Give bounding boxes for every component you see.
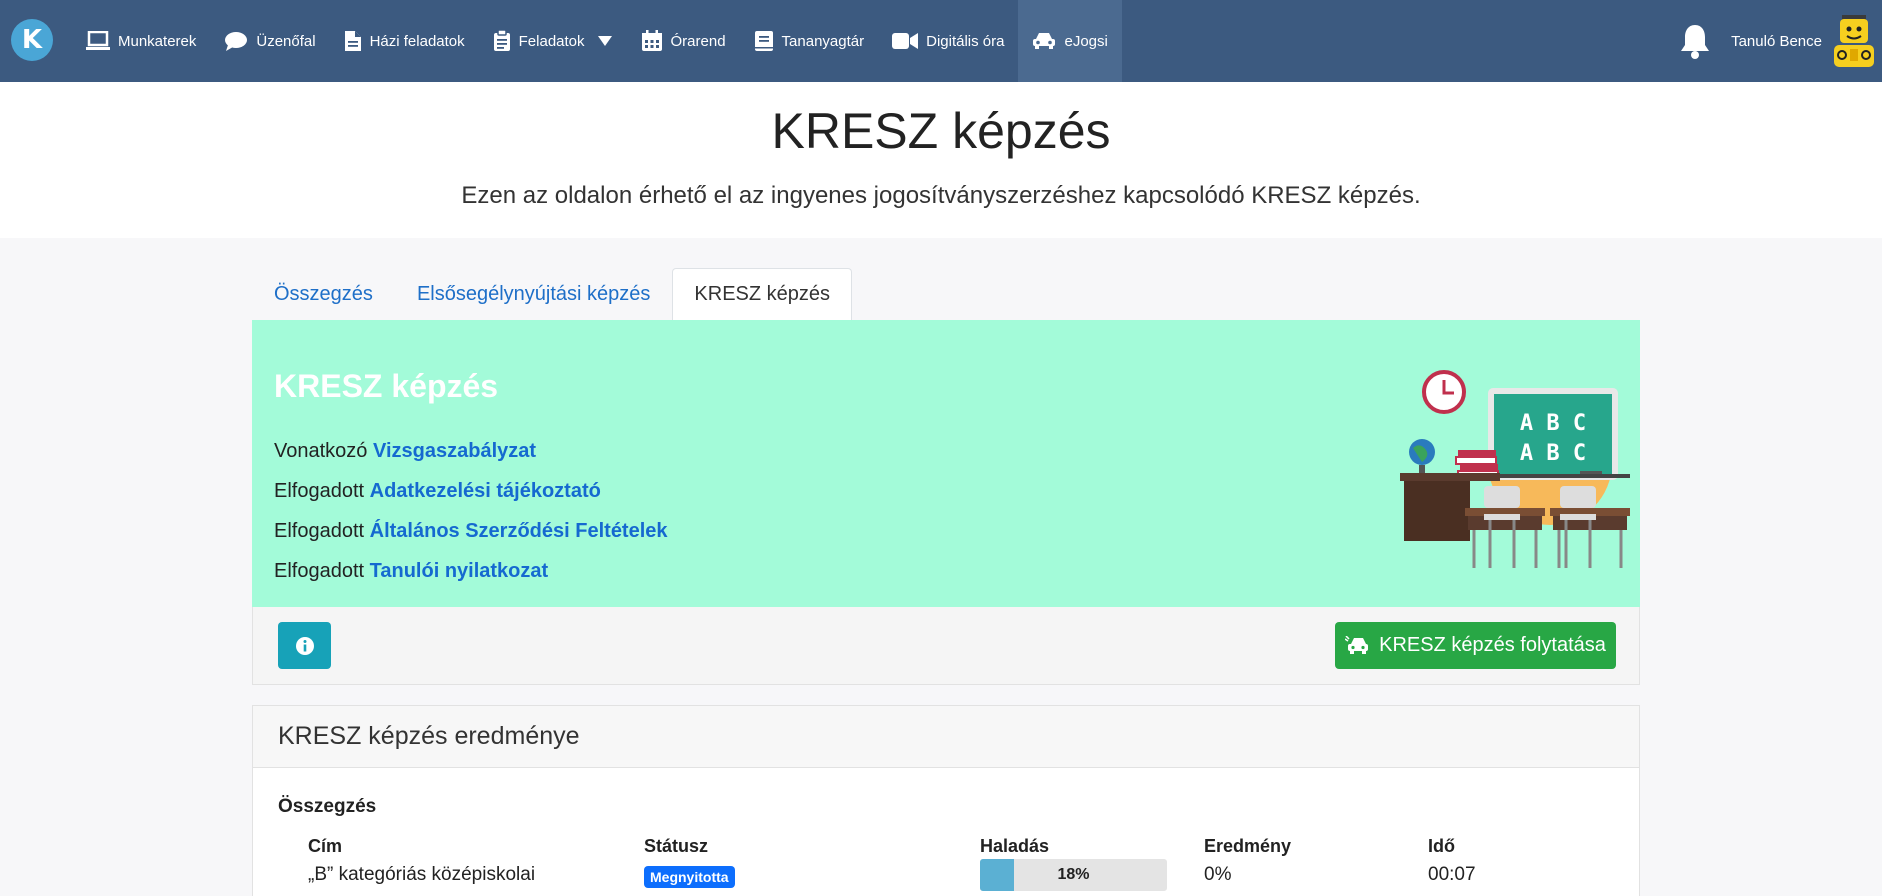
page-title: KRESZ képzés — [771, 103, 1111, 159]
caret-down-icon[interactable] — [597, 35, 613, 47]
clipboard-icon — [493, 30, 511, 52]
tab-osszegzes[interactable]: Összegzés — [252, 268, 395, 320]
app-logo[interactable]: K — [11, 19, 53, 61]
link-vizsgaszabalyzat[interactable]: Vizsgaszabályzat — [373, 440, 536, 462]
laptop-icon — [86, 31, 110, 51]
nav-right: Tanuló Bence — [1679, 0, 1882, 82]
nav-label: Tananyagtár — [781, 32, 865, 50]
nav-label: Órarend — [670, 32, 726, 50]
nav-label: Digitális óra — [926, 32, 1005, 50]
nav-items: Munkaterek Üzenőfal Házi feladatok Felad… — [72, 0, 1122, 82]
col-header-haladas: Haladás — [980, 836, 1050, 856]
info-line-aszf: Elfogadott Általános Szerződési Feltétel… — [274, 520, 668, 543]
avatar[interactable] — [1830, 13, 1878, 69]
nav-label: eJogsi — [1064, 32, 1108, 50]
status-badge: Megnyitotta — [644, 866, 735, 888]
row-result: 0% — [1204, 864, 1232, 885]
file-icon — [344, 30, 362, 52]
info-prefix: Vonatkozó — [274, 440, 368, 462]
nav-item-hazi-feladatok[interactable]: Házi feladatok — [330, 0, 479, 82]
link-aszf[interactable]: Általános Szerződési Feltételek — [370, 520, 668, 542]
col-header-statusz: Státusz — [644, 836, 709, 856]
link-adatkezelesi-tajekoztato[interactable]: Adatkezelési tájékoztató — [370, 480, 601, 502]
col-header-cim: Cím — [308, 836, 343, 856]
results-header: KRESZ képzés eredménye — [253, 706, 1639, 768]
tab-elsosegely[interactable]: Elsősegélynyújtási képzés — [395, 268, 672, 320]
book-icon — [754, 30, 774, 52]
tab-kresz[interactable]: KRESZ képzés — [672, 268, 853, 320]
info-circle-icon — [295, 636, 314, 655]
nav-item-digitalis-ora[interactable]: Digitális óra — [878, 0, 1018, 82]
page-header: KRESZ képzés Ezen az oldalon érhető el a… — [0, 82, 1882, 238]
nav-label: Feladatok — [518, 32, 585, 50]
nav-label: Munkaterek — [118, 32, 197, 50]
car-crash-icon — [1345, 635, 1371, 656]
page-subtitle: Ezen az oldalon érhető el az ingyenes jo… — [461, 182, 1421, 209]
nav-item-ejogsi[interactable]: eJogsi — [1018, 0, 1122, 82]
nav-label: Üzenőfal — [256, 32, 316, 50]
continue-label: KRESZ képzés folytatása — [1379, 634, 1606, 656]
info-prefix: Elfogadott — [274, 560, 365, 582]
results-section-title: Összegzés — [278, 796, 377, 817]
video-camera-icon — [892, 32, 919, 50]
info-panel: KRESZ képzés Vonatkozó Vizsgaszabályzat … — [252, 320, 1640, 607]
nav-item-munkaterek[interactable]: Munkaterek — [72, 0, 210, 82]
info-title: KRESZ képzés — [274, 368, 499, 404]
board-letters-bottom: A B C — [1520, 441, 1586, 466]
results-card: KRESZ képzés eredménye Összegzés Cím Stá… — [252, 705, 1640, 896]
col-header-eredmeny: Eredmény — [1204, 836, 1292, 856]
calendar-icon — [641, 30, 663, 52]
info-line-vizsgaszabalyzat: Vonatkozó Vizsgaszabályzat — [274, 440, 536, 463]
nav-item-uzenofal[interactable]: Üzenőfal — [210, 0, 329, 82]
action-bar: KRESZ képzés folytatása — [252, 607, 1640, 685]
nav-item-feladatok[interactable]: Feladatok — [479, 0, 627, 82]
info-line-adatkezelesi: Elfogadott Adatkezelési tájékoztató — [274, 480, 601, 503]
nav-label: Házi feladatok — [369, 32, 465, 50]
tab-bar: Összegzés Elsősegélynyújtási képzés KRES… — [252, 268, 853, 320]
info-button[interactable] — [278, 622, 331, 669]
link-tanuloi-nyilatkozat[interactable]: Tanulói nyilatkozat — [370, 560, 549, 582]
nav-item-tananyagtar[interactable]: Tananyagtár — [740, 0, 879, 82]
info-line-tanuloi-nyilatkozat: Elfogadott Tanulói nyilatkozat — [274, 560, 548, 583]
classroom-illustration: A B C A B C — [1400, 370, 1630, 568]
progress-bar: 18% — [980, 859, 1167, 891]
logo-letter: K — [21, 25, 43, 55]
car-icon — [1032, 32, 1056, 50]
top-navbar: K Munkaterek Üzenőfal Házi feladatok Fel… — [0, 0, 1882, 82]
bell-icon[interactable] — [1679, 23, 1711, 59]
continue-training-button[interactable]: KRESZ képzés folytatása — [1335, 622, 1616, 669]
nav-item-orarend[interactable]: Órarend — [627, 0, 740, 82]
progress-label: 18% — [1057, 866, 1090, 883]
info-prefix: Elfogadott — [274, 520, 365, 542]
col-header-ido: Idő — [1428, 836, 1455, 856]
info-prefix: Elfogadott — [274, 480, 365, 502]
row-title[interactable]: „B” kategóriás középiskolai — [308, 864, 535, 886]
board-letters-top: A B C — [1520, 411, 1586, 436]
user-name[interactable]: Tanuló Bence — [1731, 33, 1822, 50]
speech-bubble-icon — [224, 31, 248, 51]
row-time: 00:07 — [1428, 864, 1476, 885]
